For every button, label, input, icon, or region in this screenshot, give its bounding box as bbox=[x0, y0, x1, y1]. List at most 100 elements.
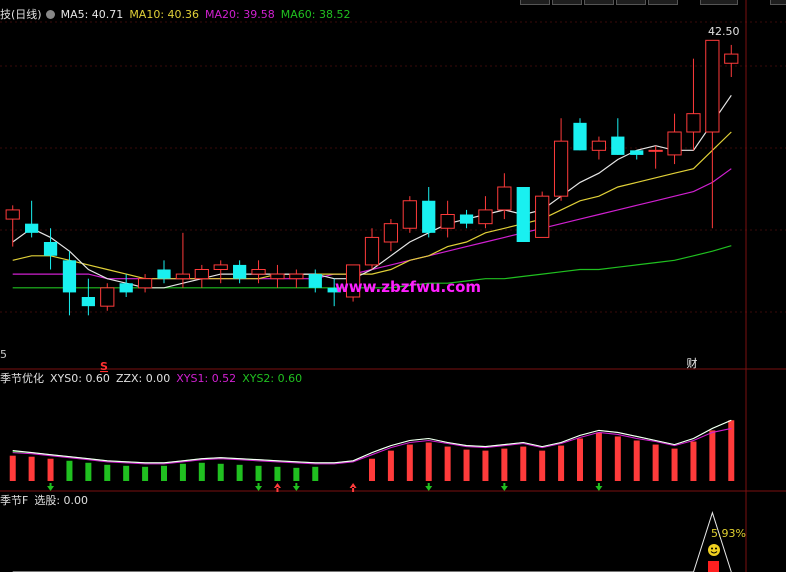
xys-bar-red bbox=[9, 455, 16, 481]
sub2-header: 季节F 选股: 0.00 bbox=[0, 494, 94, 508]
candle-body-up bbox=[478, 209, 493, 225]
down-arrow-icon bbox=[292, 483, 300, 491]
candle-body-down bbox=[81, 297, 95, 307]
candle-body-down bbox=[459, 214, 474, 224]
candle-body-up bbox=[383, 223, 399, 243]
candle-body-up bbox=[175, 273, 191, 280]
xys2-polyline bbox=[12, 419, 732, 464]
candle-body-up bbox=[648, 149, 663, 152]
xys-bar-red bbox=[595, 432, 602, 481]
down-arrow-icon bbox=[500, 483, 508, 491]
xys-bar-green bbox=[161, 465, 167, 481]
xys-bar-green bbox=[123, 465, 130, 481]
candle-body-up bbox=[440, 214, 455, 229]
candle-body-up bbox=[724, 53, 739, 64]
down-arrow-icon bbox=[425, 483, 433, 491]
candle-body-down bbox=[516, 187, 530, 242]
candle-body-up bbox=[591, 140, 607, 151]
candle-body-down bbox=[157, 269, 171, 279]
xys-bar-green bbox=[198, 462, 205, 481]
candle-body-up bbox=[364, 236, 380, 266]
candle-body-down bbox=[43, 242, 58, 256]
ma10-label: MA10: 40.36 bbox=[129, 8, 200, 21]
candle-body-down bbox=[573, 122, 587, 151]
candle-body-down bbox=[611, 136, 625, 155]
xys-bar-red bbox=[652, 444, 659, 481]
candle-body-up bbox=[270, 273, 285, 280]
xys-bar-red bbox=[47, 458, 54, 481]
ma20-label: MA20: 39.58 bbox=[205, 8, 275, 21]
sub1-title[interactable]: 季节优化 bbox=[0, 372, 44, 385]
down-arrow-icon bbox=[255, 483, 263, 491]
ma60-label: MA60: 38.52 bbox=[280, 8, 351, 21]
xys-bar-green bbox=[217, 463, 224, 481]
xys-bar-red bbox=[709, 430, 716, 481]
xys-bar-green bbox=[236, 464, 243, 481]
xys-bar-green bbox=[312, 466, 319, 481]
candle-body-up bbox=[402, 200, 417, 229]
high-price-label: 42.50 bbox=[708, 25, 740, 38]
candle-body-up bbox=[137, 278, 153, 289]
candle-body-down bbox=[308, 274, 322, 288]
smiley-icon bbox=[708, 544, 720, 556]
candle-body-down bbox=[25, 223, 39, 233]
xys-bar-red bbox=[28, 456, 35, 481]
sub1-bars bbox=[9, 419, 735, 492]
settings-dot-icon[interactable] bbox=[45, 10, 55, 19]
xys-bar-green bbox=[66, 460, 73, 481]
xys-bar-red bbox=[482, 450, 489, 481]
xys-bar-red bbox=[577, 438, 583, 481]
xys-bar-red bbox=[387, 450, 394, 481]
candle-body-down bbox=[62, 260, 77, 293]
xuangu-polyline bbox=[12, 511, 732, 572]
signal-block bbox=[708, 561, 719, 572]
candle-body-up bbox=[289, 273, 304, 280]
candle-body-down bbox=[422, 200, 436, 233]
xys-bar-red bbox=[444, 446, 451, 481]
xys-bar-green bbox=[255, 465, 262, 481]
xys1-label: XYS1: 0.52 bbox=[176, 372, 237, 385]
candle-body-up bbox=[535, 195, 550, 238]
xys-bar-red bbox=[671, 448, 678, 481]
xys-bar-green bbox=[104, 464, 111, 481]
candle-body-up bbox=[553, 140, 569, 197]
xys-bar-green bbox=[142, 466, 149, 481]
ma5-label: MA5: 40.71 bbox=[60, 8, 124, 21]
candle-body-down bbox=[233, 264, 247, 279]
sub2-title[interactable]: 季节F bbox=[0, 494, 28, 507]
xys-bar-red bbox=[539, 450, 546, 481]
xys-bar-red bbox=[690, 441, 697, 481]
xys-bar-green bbox=[179, 463, 186, 481]
xys-bar-green bbox=[85, 462, 92, 481]
xys-bar-green bbox=[274, 466, 281, 481]
xys0-polyline bbox=[12, 419, 732, 464]
xys-bar-red bbox=[558, 445, 565, 481]
finance-marker: 财 bbox=[687, 356, 698, 370]
candle-body-up bbox=[251, 269, 266, 275]
zzx-label: ZZX: 0.00 bbox=[115, 372, 171, 385]
xys-bar-red bbox=[425, 442, 432, 481]
chart-canvas: www.zbzfwu.com 42.50 5 S 财 5.93% bbox=[0, 0, 786, 572]
xys0-label: XYS0: 0.60 bbox=[50, 372, 110, 385]
low-price-label: 5 bbox=[0, 348, 7, 361]
down-arrow-icon bbox=[47, 483, 55, 491]
candle-body-up bbox=[100, 287, 115, 307]
candle-body-down bbox=[119, 283, 133, 293]
candle-body-up bbox=[667, 131, 682, 156]
xys-bar-red bbox=[463, 449, 470, 481]
xys2-label: XYS2: 0.60 bbox=[242, 372, 303, 385]
xys-bar-green bbox=[293, 467, 300, 481]
candle-body-up bbox=[686, 113, 701, 133]
pct-value-label: 5.93% bbox=[711, 527, 746, 540]
candle-body-up bbox=[5, 209, 20, 220]
main-panel-title[interactable]: 技(日线) bbox=[0, 8, 42, 21]
candle-body-up bbox=[213, 264, 228, 270]
xys-bar-red bbox=[369, 458, 375, 481]
candle-body-up bbox=[497, 186, 512, 211]
watermark: www.zbzfwu.com bbox=[335, 278, 481, 296]
candle-body-down bbox=[630, 150, 644, 155]
sub1-header: 季节优化 XYS0: 0.60 ZZX: 0.00 XYS1: 0.52 XYS2: 0… bbox=[0, 372, 308, 386]
down-arrow-icon bbox=[595, 483, 603, 491]
candle-body-up bbox=[194, 269, 209, 280]
xys-bar-red bbox=[520, 446, 527, 481]
